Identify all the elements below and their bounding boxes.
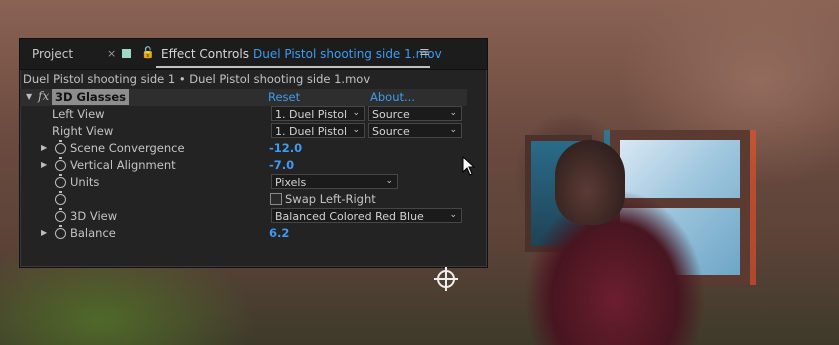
select-value: Source: [372, 108, 410, 121]
property-scene-convergence: ▶ Scene Convergence -12.0: [20, 140, 487, 157]
property-label: Right View: [52, 124, 114, 138]
chevron-down-icon: ⌄: [449, 210, 457, 220]
select-value: 1. Duel Pistol: [275, 108, 348, 121]
reset-link[interactable]: Reset: [268, 90, 300, 104]
tab-effect-controls-label: Effect Controls: [161, 47, 249, 61]
chevron-down-icon: ⌄: [449, 108, 457, 118]
stopwatch-icon[interactable]: [55, 157, 66, 171]
scene-convergence-value[interactable]: -12.0: [269, 141, 302, 155]
vertical-alignment-value[interactable]: -7.0: [269, 158, 294, 172]
property-label: 3D View: [70, 209, 118, 223]
triangle-closed-icon[interactable]: ▶: [41, 143, 47, 152]
triangle-closed-icon[interactable]: ▶: [41, 228, 47, 237]
mouse-cursor-icon: [462, 156, 476, 176]
panel-menu-icon[interactable]: ≡: [419, 45, 430, 60]
stopwatch-icon[interactable]: [55, 140, 66, 154]
stopwatch-icon[interactable]: [55, 191, 66, 205]
effect-name[interactable]: 3D Glasses: [52, 89, 130, 105]
property-balance: ▶ Balance 6.2: [20, 225, 487, 242]
triangle-closed-icon[interactable]: ▶: [41, 160, 47, 169]
chevron-down-icon: ⌄: [352, 125, 360, 135]
effect-controls-panel: Project × 🔓 Effect Controls Duel Pistol s…: [19, 38, 488, 268]
chevron-down-icon: ⌄: [352, 108, 360, 118]
property-label: Units: [70, 175, 100, 189]
effect-header-row[interactable]: ▼ fx 3D Glasses Reset About...: [20, 89, 467, 106]
label-color-icon: [122, 49, 131, 58]
right-view-layer-select[interactable]: 1. Duel Pistol ⌄: [271, 123, 365, 138]
property-vertical-alignment: ▶ Vertical Alignment -7.0: [20, 157, 487, 174]
tab-project[interactable]: Project: [32, 47, 73, 61]
property-left-view: Left View 1. Duel Pistol ⌄ Source ⌄: [20, 106, 487, 123]
chevron-down-icon: ⌄: [385, 176, 393, 186]
close-icon[interactable]: ×: [107, 47, 116, 60]
lock-icon[interactable]: 🔓: [141, 46, 155, 59]
property-label: Scene Convergence: [70, 141, 185, 155]
left-view-layer-select[interactable]: 1. Duel Pistol ⌄: [271, 106, 365, 121]
about-link[interactable]: About...: [370, 90, 415, 104]
stopwatch-icon[interactable]: [55, 208, 66, 222]
panel-tab-bar: Project × 🔓 Effect Controls Duel Pistol s…: [20, 39, 487, 70]
background-person-head: [555, 140, 625, 225]
tab-effect-file: Duel Pistol shooting side 1.mov: [252, 47, 442, 61]
select-value: 1. Duel Pistol: [275, 125, 348, 138]
stopwatch-icon[interactable]: [55, 225, 66, 239]
swap-left-right-label: Swap Left-Right: [285, 192, 376, 206]
select-value: Pixels: [275, 176, 307, 189]
property-3d-view: 3D View Balanced Colored Red Blue ⌄: [20, 208, 487, 225]
select-value: Balanced Colored Red Blue: [275, 210, 424, 223]
stopwatch-icon[interactable]: [55, 174, 66, 188]
property-label: Left View: [52, 107, 105, 121]
swap-left-right-checkbox[interactable]: [270, 193, 282, 205]
property-right-view: Right View 1. Duel Pistol ⌄ Source ⌄: [20, 123, 487, 140]
property-label: Balance: [70, 226, 116, 240]
breadcrumb: Duel Pistol shooting side 1 • Duel Pisto…: [23, 72, 371, 86]
fx-icon[interactable]: fx: [38, 89, 49, 103]
right-view-source-select[interactable]: Source ⌄: [368, 123, 462, 138]
balance-value[interactable]: 6.2: [269, 226, 289, 240]
anchor-point-icon[interactable]: [434, 267, 458, 291]
property-units: Units Pixels ⌄: [20, 174, 487, 191]
tab-effect-controls[interactable]: Effect Controls Duel Pistol shooting side…: [161, 47, 442, 61]
units-select[interactable]: Pixels ⌄: [271, 174, 398, 189]
property-swap-left-right: Swap Left-Right: [20, 191, 487, 208]
3d-view-select[interactable]: Balanced Colored Red Blue ⌄: [271, 208, 462, 223]
left-view-source-select[interactable]: Source ⌄: [368, 106, 462, 121]
active-tab-underline: [156, 66, 430, 68]
triangle-open-icon[interactable]: ▼: [26, 92, 32, 101]
chevron-down-icon: ⌄: [449, 125, 457, 135]
select-value: Source: [372, 125, 410, 138]
property-label: Vertical Alignment: [70, 158, 176, 172]
